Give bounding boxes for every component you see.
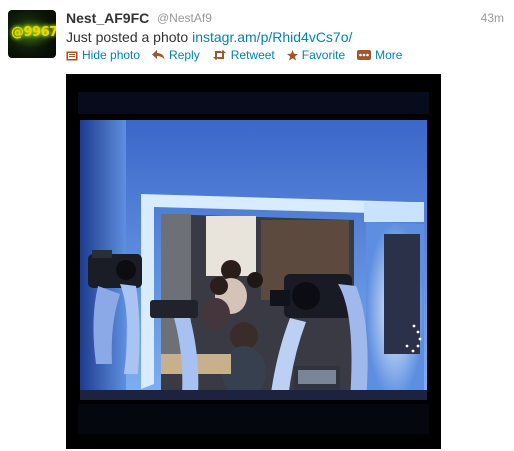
favorite-button[interactable]: Favorite: [286, 48, 346, 62]
tweet-photo[interactable]: [66, 74, 441, 449]
retweet-button[interactable]: Retweet: [212, 48, 275, 62]
tweet-text: Just posted a photo instagr.am/p/Rhid4vC…: [66, 29, 352, 45]
reply-icon: [152, 50, 165, 60]
more-button[interactable]: More: [357, 48, 402, 62]
more-label: More: [375, 48, 403, 62]
display-name[interactable]: Nest_AF9FC: [66, 10, 149, 26]
retweet-icon: [212, 50, 226, 60]
photo-icon: [66, 51, 78, 60]
more-icon: [357, 50, 372, 60]
star-icon: [286, 49, 298, 60]
tweet-body: Just posted a photo: [66, 29, 193, 45]
reply-button[interactable]: Reply: [152, 48, 200, 62]
retweet-label: Retweet: [230, 48, 275, 62]
avatar-text: @9967: [11, 25, 56, 40]
favorite-label: Favorite: [301, 48, 346, 62]
tweet-link[interactable]: instagr.am/p/Rhid4vCs7o/: [192, 29, 352, 45]
username-handle[interactable]: @NestAf9: [157, 11, 212, 25]
photo-image: [66, 74, 441, 449]
hide-photo-button[interactable]: Hide photo: [66, 48, 140, 62]
timestamp[interactable]: 43m: [481, 11, 504, 25]
tweet-actions: Hide photo Reply Retweet Favorite More: [66, 47, 414, 63]
avatar[interactable]: @9967: [8, 10, 56, 58]
reply-label: Reply: [169, 48, 200, 62]
hide-photo-label: Hide photo: [82, 48, 141, 62]
